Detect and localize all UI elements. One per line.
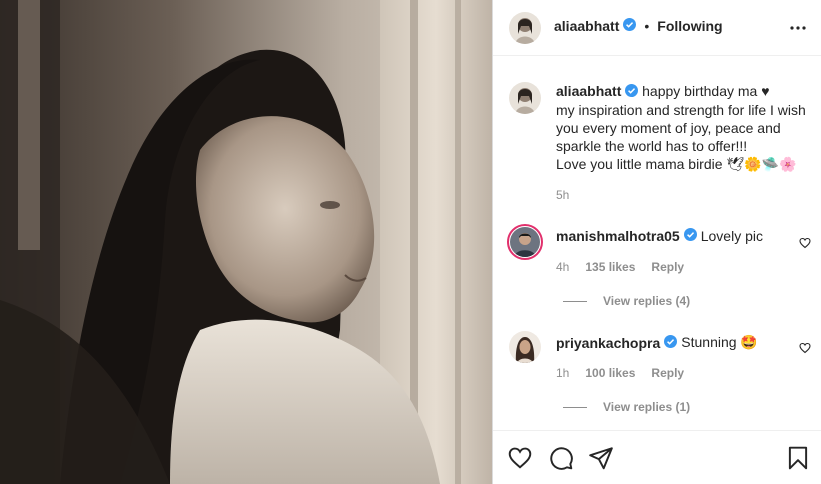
bookmark-icon[interactable]: [785, 445, 811, 471]
verified-badge-icon: [683, 228, 697, 244]
header-text: aliaabhatt • Following: [554, 18, 723, 34]
comment-avatar-priyanka[interactable]: [509, 331, 541, 363]
view-replies-button[interactable]: View replies (1): [563, 400, 690, 414]
caption-avatar[interactable]: [509, 82, 541, 114]
view-replies-button[interactable]: View replies (4): [563, 294, 690, 308]
post-photo[interactable]: [0, 0, 492, 484]
comment-text: Stunning 🤩: [681, 334, 758, 350]
caption-first-line: aliaabhatt happy birthday ma ♥: [556, 82, 818, 101]
post-header: aliaabhatt • Following: [493, 0, 821, 56]
caption-line: Love you little mama birdie 🕊🌼🛸🌸: [556, 156, 797, 173]
comment-time[interactable]: 1h: [556, 366, 569, 380]
caption-line: my inspiration and strength for life I w…: [556, 102, 806, 119]
send-icon[interactable]: [588, 445, 614, 471]
verified-badge-icon: [664, 334, 678, 351]
comment-row-2: priyankachopra Stunning 🤩: [556, 334, 758, 351]
comment-meta-2: 1h 100 likes Reply: [556, 366, 684, 380]
comment-reply-button[interactable]: Reply: [651, 366, 684, 380]
following-button[interactable]: Following: [657, 18, 722, 34]
comment-reply-button[interactable]: Reply: [651, 260, 684, 274]
comment-time[interactable]: 4h: [556, 260, 569, 274]
replies-line: [563, 300, 587, 302]
comment-likes[interactable]: 100 likes: [585, 366, 635, 380]
heart-icon[interactable]: [507, 445, 533, 471]
comment-avatar-manish[interactable]: [507, 224, 543, 260]
author-username[interactable]: aliaabhatt: [554, 18, 619, 34]
sepia-portrait-image: [0, 0, 492, 484]
caption-line: sparkle the world has to offer!!!: [556, 138, 748, 155]
comment-username[interactable]: priyankachopra: [556, 335, 660, 351]
author-avatar[interactable]: [509, 12, 541, 44]
caption-line: you every moment of joy, peace and: [556, 120, 781, 137]
caption-username[interactable]: aliaabhatt: [556, 83, 621, 99]
comment-meta-1: 4h 135 likes Reply: [556, 260, 684, 274]
verified-badge-icon: [623, 18, 637, 34]
comment-icon[interactable]: [548, 445, 574, 471]
post-side-panel: aliaabhatt • Following aliaabhatt happy …: [493, 0, 821, 484]
comment-row-1: manishmalhotra05 Lovely pic: [556, 228, 763, 244]
view-replies-label: View replies (4): [603, 294, 691, 308]
comment-like-heart-icon[interactable]: [799, 341, 811, 354]
action-bar: [493, 430, 821, 484]
verified-badge-icon: [625, 83, 639, 101]
more-options-icon[interactable]: [789, 20, 807, 36]
view-replies-label: View replies (1): [603, 400, 691, 414]
comment-like-heart-icon[interactable]: [799, 236, 811, 249]
caption-time[interactable]: 5h: [556, 188, 569, 202]
header-separator: •: [644, 18, 650, 34]
comment-text: Lovely pic: [700, 228, 763, 244]
comment-likes[interactable]: 135 likes: [585, 260, 635, 274]
instagram-post: aliaabhatt • Following aliaabhatt happy …: [0, 0, 821, 484]
replies-line: [563, 406, 587, 408]
comment-username[interactable]: manishmalhotra05: [556, 228, 680, 244]
caption-first-line-text: happy birthday ma ♥: [642, 83, 770, 99]
post-caption: aliaabhatt happy birthday ma ♥ my inspir…: [556, 82, 818, 173]
